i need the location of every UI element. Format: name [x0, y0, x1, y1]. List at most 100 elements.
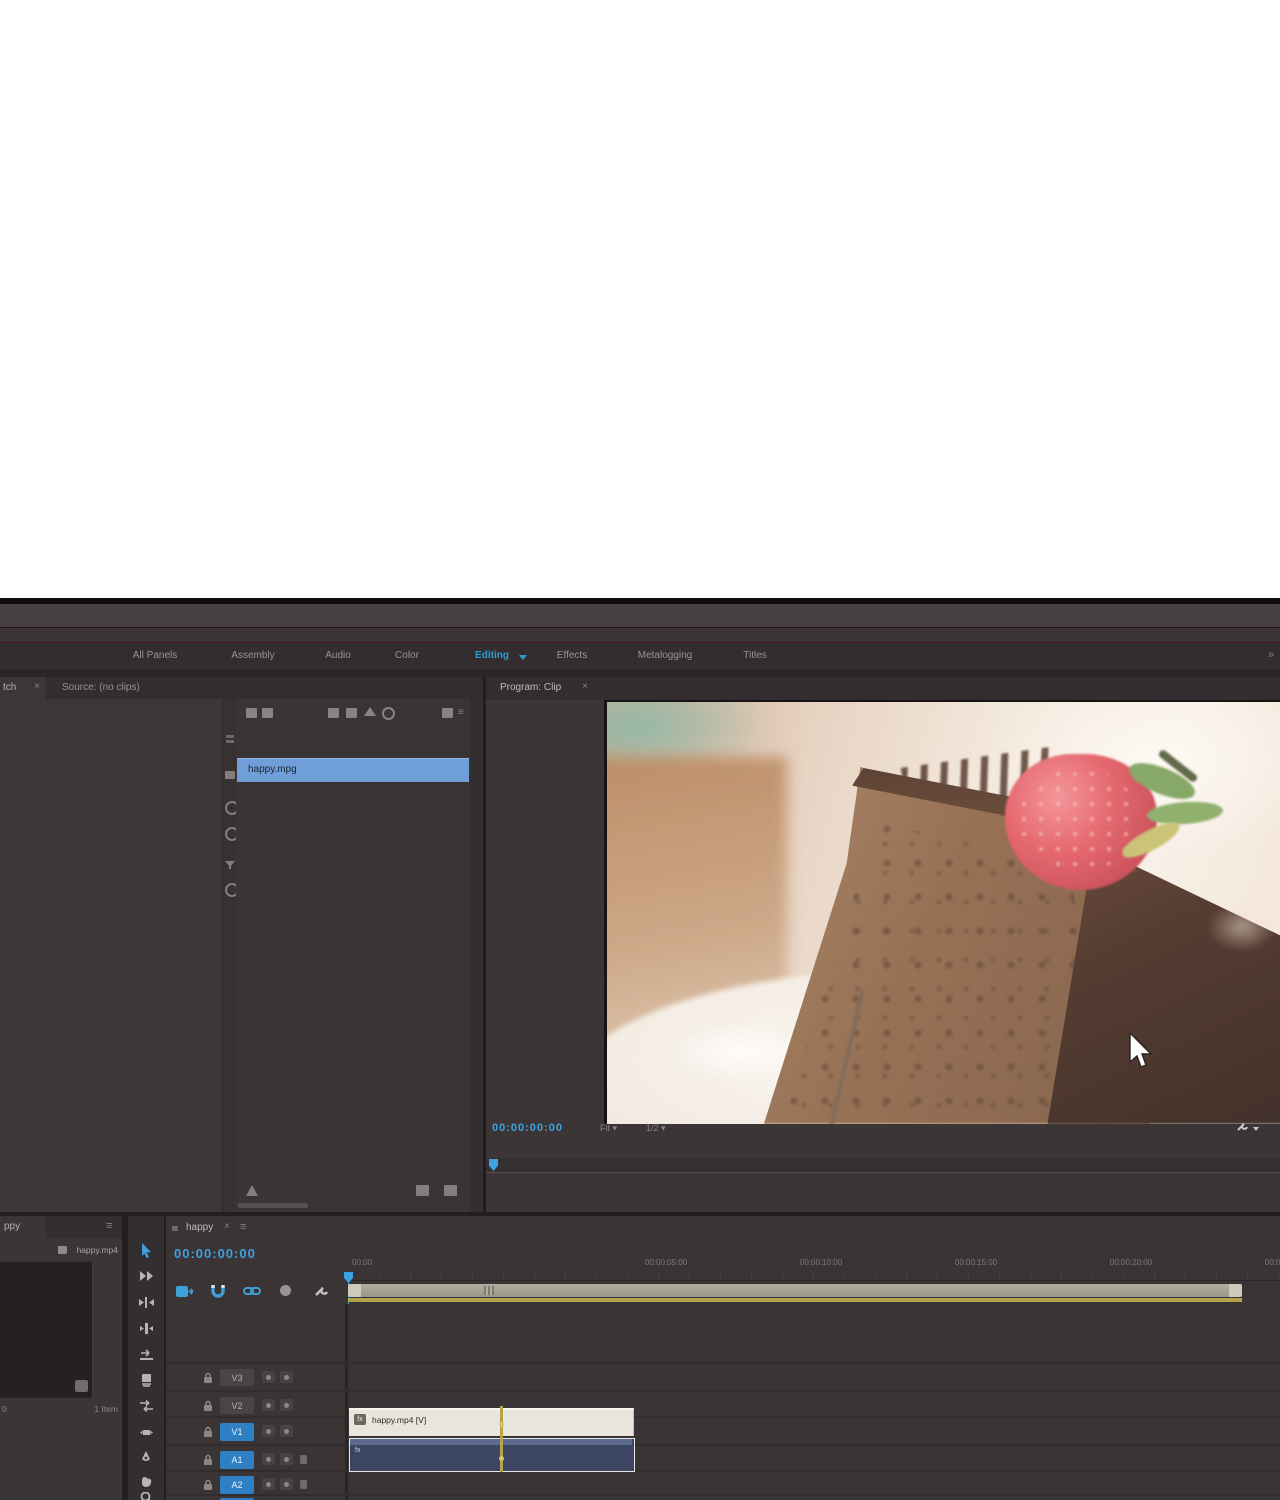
- zoom-slider-icon[interactable]: [364, 707, 376, 716]
- program-resolution-dropdown[interactable]: 1/2 ▾: [646, 1123, 666, 1134]
- program-settings-caret[interactable]: [1253, 1127, 1259, 1131]
- track-sync-lock-toggle[interactable]: [280, 1399, 293, 1411]
- snap-magnet-icon[interactable]: [208, 1282, 228, 1300]
- track-target-button[interactable]: V3: [220, 1369, 254, 1386]
- program-timecode[interactable]: 00:00:00:00: [492, 1122, 563, 1134]
- footer-new-bin-icon[interactable]: [416, 1185, 429, 1196]
- timeline-settings-wrench-icon[interactable]: [312, 1282, 332, 1300]
- tool-zoom[interactable]: [138, 1492, 154, 1500]
- workspace-tab-editing[interactable]: Editing: [475, 650, 509, 661]
- workspace-tab-metalogging[interactable]: Metalogging: [638, 650, 692, 661]
- bin-icon[interactable]: [225, 771, 235, 779]
- tool-slip[interactable]: [138, 1398, 154, 1414]
- track-output-toggle[interactable]: [262, 1425, 275, 1437]
- track-output-toggle[interactable]: [262, 1371, 275, 1383]
- program-settings-wrench-icon[interactable]: [1236, 1122, 1250, 1133]
- lane-separator: [166, 1362, 1280, 1364]
- track-target-button[interactable]: A2: [220, 1476, 254, 1494]
- track-target-button[interactable]: V2: [220, 1397, 254, 1414]
- timeline-timecode[interactable]: 00:00:00:00: [174, 1246, 256, 1261]
- track-voiceover-toggle[interactable]: [300, 1455, 307, 1464]
- clip-thumbnail[interactable]: [0, 1262, 93, 1398]
- window-title-bar[interactable]: [0, 604, 1280, 628]
- ruler-label: 00:00: [352, 1258, 372, 1267]
- track-lock-icon[interactable]: [202, 1399, 214, 1411]
- find-icon[interactable]: [382, 707, 395, 720]
- left-partial-tab[interactable]: tch ×: [0, 677, 46, 699]
- workspace-tab-all-panels[interactable]: All Panels: [133, 650, 177, 661]
- window-menu-bar[interactable]: [0, 628, 1280, 642]
- timeline-panel: happy × ≡ 00:00:00:00 00:00 00:00:05:00 …: [166, 1216, 1280, 1500]
- work-area-bar[interactable]: [348, 1284, 1242, 1297]
- program-scrubber-track[interactable]: [486, 1158, 1280, 1173]
- clip-fx-badge[interactable]: fx: [354, 1414, 366, 1425]
- track-solo-toggle[interactable]: [280, 1453, 293, 1465]
- editing-workspace-chevron-icon[interactable]: [519, 655, 527, 660]
- track-mute-toggle[interactable]: [262, 1453, 275, 1465]
- tool-slide[interactable]: [138, 1424, 154, 1440]
- track-target-button[interactable]: V1: [220, 1423, 254, 1441]
- program-video-frame[interactable]: [604, 700, 1280, 1124]
- tool-track-select-forward[interactable]: [138, 1268, 154, 1284]
- track-lock-icon[interactable]: [202, 1425, 214, 1437]
- track-lock-icon[interactable]: [202, 1371, 214, 1383]
- project-mini-menu-icon[interactable]: ≡: [106, 1220, 112, 1232]
- tool-razor[interactable]: [138, 1372, 154, 1388]
- timeline-add-marker-icon[interactable]: [280, 1285, 291, 1296]
- workspace-tab-assembly[interactable]: Assembly: [231, 650, 274, 661]
- panel-menu-icon[interactable]: ≡: [458, 708, 468, 718]
- filter-bin-icon[interactable]: [346, 708, 357, 718]
- program-tab-bar: Program: Clip ×: [486, 677, 1280, 700]
- workspace-tab-color[interactable]: Color: [395, 650, 419, 661]
- icon-view-icon[interactable]: [262, 708, 273, 718]
- track-target-button[interactable]: A1: [220, 1451, 254, 1469]
- linked-selection-icon[interactable]: [242, 1282, 262, 1300]
- track-solo-toggle[interactable]: [280, 1478, 293, 1490]
- track-header-a2: A2: [166, 1474, 345, 1496]
- tool-ripple-edit[interactable]: [138, 1294, 154, 1310]
- track-voiceover-toggle[interactable]: [300, 1480, 307, 1489]
- insert-as-nested-icon[interactable]: [174, 1282, 194, 1300]
- track-lock-icon[interactable]: [202, 1453, 214, 1465]
- workspace-tab-effects[interactable]: Effects: [557, 650, 587, 661]
- horizontal-scrollbar[interactable]: [238, 1203, 308, 1208]
- tool-rate-stretch[interactable]: [138, 1346, 154, 1362]
- timeline-tab-close-icon[interactable]: ×: [224, 1221, 230, 1232]
- work-area-left-handle[interactable]: [348, 1284, 361, 1297]
- project-mini-clip-row[interactable]: happy.mp4: [0, 1242, 122, 1258]
- new-item-icon[interactable]: [444, 1185, 457, 1196]
- timeline-panel-menu-icon[interactable]: ≡: [240, 1221, 246, 1233]
- clip-marker-line[interactable]: [500, 1406, 503, 1472]
- workspace-tab-audio[interactable]: Audio: [325, 650, 351, 661]
- tool-rolling-edit[interactable]: [138, 1320, 154, 1336]
- sort-icon[interactable]: [328, 708, 339, 718]
- track-sync-lock-toggle[interactable]: [280, 1425, 293, 1437]
- new-bin-icon[interactable]: [442, 708, 453, 718]
- filter-icon[interactable]: [225, 861, 235, 869]
- track-sync-lock-toggle[interactable]: [280, 1371, 293, 1383]
- source-monitor-body[interactable]: [0, 699, 222, 1212]
- audio-clip[interactable]: fx: [349, 1438, 635, 1472]
- source-monitor-tab[interactable]: Source: (no clips): [62, 682, 140, 693]
- rail-grip-icon[interactable]: [226, 735, 234, 738]
- list-view-icon[interactable]: [246, 708, 257, 718]
- program-tab-close-icon[interactable]: ×: [582, 681, 588, 692]
- project-item-row-selected[interactable]: happy.mpg: [237, 758, 469, 782]
- tool-hand[interactable]: [138, 1474, 154, 1488]
- left-partial-tab-close-icon[interactable]: ×: [34, 681, 40, 692]
- track-lock-icon[interactable]: [202, 1478, 214, 1490]
- project-mini-partial-tab[interactable]: ppy: [0, 1216, 46, 1238]
- timeline-ruler[interactable]: 00:00 00:00:05:00 00:00:10:00 00:00:15:0…: [348, 1254, 1280, 1281]
- automate-to-sequence-icon[interactable]: [246, 1185, 258, 1196]
- workspace-tab-titles[interactable]: Titles: [743, 650, 767, 661]
- track-output-toggle[interactable]: [262, 1399, 275, 1411]
- work-area-right-handle[interactable]: [1229, 1284, 1242, 1297]
- work-area-center-grip[interactable]: [484, 1286, 494, 1295]
- tool-pen[interactable]: [138, 1450, 154, 1466]
- track-mute-toggle[interactable]: [262, 1478, 275, 1490]
- program-tab[interactable]: Program: Clip: [500, 682, 561, 693]
- program-fit-dropdown[interactable]: Fit ▾: [600, 1123, 617, 1134]
- video-clip[interactable]: fx happy.mp4 [V]: [349, 1408, 634, 1436]
- workspace-overflow-icon[interactable]: »: [1268, 649, 1274, 661]
- tool-selection[interactable]: [138, 1242, 154, 1258]
